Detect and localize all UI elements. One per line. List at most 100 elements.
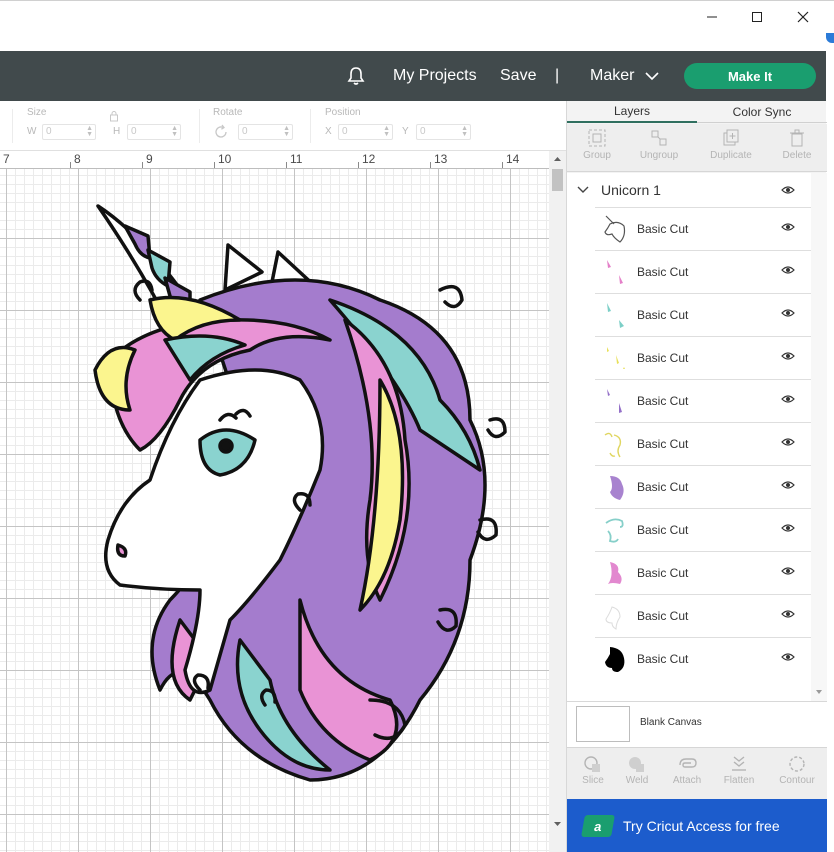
blank-canvas-row[interactable]: Blank Canvas — [567, 701, 827, 747]
layer-name: Basic Cut — [637, 566, 689, 580]
layer-name: Basic Cut — [637, 351, 689, 365]
scroll-down-arrow-icon[interactable] — [549, 818, 566, 830]
position-label: Position — [325, 107, 361, 118]
my-projects-link[interactable]: My Projects — [393, 51, 477, 101]
scroll-up-arrow-icon[interactable] — [549, 153, 566, 165]
rotate-value: 0 — [242, 126, 248, 137]
layer-row[interactable]: Basic Cut — [595, 250, 811, 293]
pink-pieces-icon — [607, 260, 623, 284]
notifications-button[interactable] — [345, 51, 367, 101]
blank-canvas-label: Blank Canvas — [640, 717, 702, 728]
ruler-number: 8 — [74, 152, 81, 166]
layer-thumbnail — [595, 340, 635, 376]
duplicate-icon — [723, 129, 739, 146]
unicorn-design[interactable] — [0, 169, 549, 852]
tab-layers[interactable]: Layers — [567, 101, 697, 123]
ruler-tick — [286, 162, 287, 168]
width-stepper-icon[interactable]: ▲ ▼ — [86, 125, 93, 138]
ruler-number: 11 — [290, 152, 303, 166]
layer-thumbnail — [595, 598, 635, 634]
eye-icon[interactable] — [781, 265, 795, 275]
cricut-access-icon: a — [581, 814, 615, 837]
cricut-access-banner[interactable]: a Try Cricut Access for free — [567, 799, 827, 852]
eye-icon[interactable] — [781, 523, 795, 533]
group-icon — [588, 129, 606, 147]
rotate-label: Rotate — [213, 107, 243, 118]
contour-button[interactable]: Contour — [771, 755, 823, 786]
chevron-down-icon[interactable] — [577, 186, 589, 194]
x-stepper-icon[interactable]: ▲ ▼ — [383, 125, 390, 138]
layer-thumbnail — [595, 254, 635, 290]
layer-thumbnail — [595, 512, 635, 548]
ungroup-button[interactable]: Ungroup — [629, 128, 689, 161]
width-input[interactable]: 0 ▲ ▼ — [42, 124, 96, 140]
eye-icon[interactable] — [781, 437, 795, 447]
layer-name: Basic Cut — [637, 437, 689, 451]
layer-row[interactable]: Basic Cut — [595, 465, 811, 508]
attach-button[interactable]: Attach — [661, 755, 713, 786]
teal-pieces-icon — [607, 303, 624, 328]
rotate-stepper-icon[interactable]: ▲ ▼ — [283, 125, 290, 138]
layer-row[interactable]: Basic Cut — [595, 508, 811, 551]
y-label: Y — [402, 126, 409, 137]
layers-scrollbar[interactable] — [811, 173, 827, 701]
y-stepper-icon[interactable]: ▲ ▼ — [461, 125, 468, 138]
duplicate-button[interactable]: Duplicate — [701, 128, 761, 161]
eye-icon[interactable] — [781, 308, 795, 318]
horizontal-ruler: 7 8 9 10 11 12 13 14 — [0, 151, 549, 169]
close-button[interactable] — [780, 1, 826, 33]
height-stepper-icon[interactable]: ▲ ▼ — [171, 125, 178, 138]
ruler-tick — [70, 162, 71, 168]
layer-thumbnail — [595, 469, 635, 505]
ungroup-label: Ungroup — [639, 150, 679, 161]
layer-row[interactable]: Basic Cut — [595, 207, 811, 250]
canvas-vertical-scrollbar[interactable] — [549, 151, 566, 852]
eye-icon[interactable] — [781, 394, 795, 404]
yellow-pieces-icon — [607, 347, 625, 369]
weld-icon — [629, 757, 644, 772]
height-input[interactable]: 0 ▲ ▼ — [127, 124, 181, 140]
layer-row[interactable]: Basic Cut — [595, 293, 811, 336]
layer-row[interactable]: Basic Cut — [595, 637, 811, 680]
access-icon-letter: a — [593, 818, 603, 833]
save-button[interactable]: Save — [500, 51, 536, 101]
duplicate-label: Duplicate — [710, 150, 752, 161]
blank-canvas-swatch[interactable] — [576, 706, 630, 742]
layer-row[interactable]: Basic Cut — [595, 336, 811, 379]
position-y-input[interactable]: 0 ▲ ▼ — [416, 124, 471, 140]
layer-row[interactable]: Basic Cut — [595, 551, 811, 594]
eye-icon[interactable] — [781, 351, 795, 361]
scrollbar-thumb[interactable] — [552, 169, 563, 191]
tab-color-sync[interactable]: Color Sync — [697, 101, 827, 123]
make-it-button[interactable]: Make It — [684, 63, 816, 89]
eye-icon[interactable] — [781, 652, 795, 662]
maximize-button[interactable] — [734, 1, 780, 33]
lock-icon[interactable] — [109, 110, 119, 122]
minimize-button[interactable] — [689, 1, 735, 33]
eye-icon[interactable] — [781, 566, 795, 576]
layer-name: Basic Cut — [637, 394, 689, 408]
layers-panel: Layers Color Sync Group Ungroup Duplicat… — [566, 101, 827, 852]
eye-icon[interactable] — [781, 609, 795, 619]
machine-select[interactable]: Maker — [590, 51, 660, 101]
app-header: My Projects Save | Maker Make It — [0, 51, 826, 101]
layer-row[interactable]: Basic Cut — [595, 422, 811, 465]
design-canvas[interactable] — [0, 169, 549, 852]
scroll-down-arrow-icon[interactable] — [811, 687, 827, 697]
layer-row[interactable]: Basic Cut — [595, 594, 811, 637]
maximize-icon — [752, 12, 762, 22]
layer-row[interactable]: Basic Cut — [595, 379, 811, 422]
group-name: Unicorn 1 — [601, 182, 661, 198]
position-x-input[interactable]: 0 ▲ ▼ — [338, 124, 393, 140]
eye-icon[interactable] — [781, 185, 795, 195]
flatten-button[interactable]: Flatten — [713, 755, 765, 786]
group-button[interactable]: Group — [567, 128, 627, 161]
eye-icon[interactable] — [781, 222, 795, 232]
layer-group-unicorn[interactable]: Unicorn 1 — [567, 173, 811, 207]
teal-mane-icon — [605, 518, 624, 543]
delete-button[interactable]: Delete — [767, 128, 827, 161]
eye-icon[interactable] — [781, 480, 795, 490]
weld-button[interactable]: Weld — [611, 755, 663, 786]
rotate-input[interactable]: 0 ▲ ▼ — [238, 124, 293, 140]
black-silhouette-icon — [605, 647, 625, 672]
